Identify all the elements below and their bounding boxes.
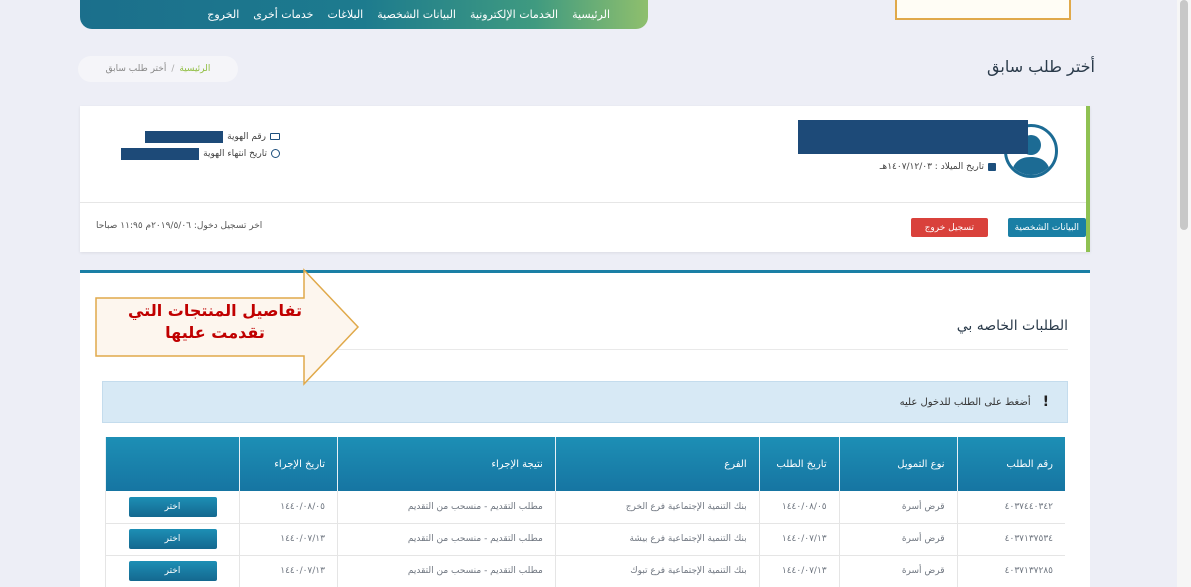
table-row[interactable]: ٤٠٣٧٤٤٠٣٤٢ قرض أسرة ١٤٤٠/٠٨/٠٥ بنك التنم… xyxy=(104,491,1065,524)
col-action xyxy=(104,437,240,491)
card-divider xyxy=(80,202,1086,203)
dob-text: تاريخ الميلاد : ١٤٠٧/١٢/٠٣هـ xyxy=(879,162,984,172)
id-info: رقم الهوية تاريخ انتهاء الهوية xyxy=(100,128,280,162)
nav-item-eservices[interactable]: الخدمات الإلكترونية xyxy=(470,8,558,21)
id-expiry-label: تاريخ انتهاء الهوية xyxy=(203,148,267,159)
cell-finance-type: قرض أسرة xyxy=(838,523,958,556)
id-card-icon xyxy=(270,133,280,140)
col-action-result: نتيجة الإجراء xyxy=(336,437,556,491)
exclamation-icon: ! xyxy=(1042,394,1049,410)
breadcrumb-home[interactable]: الرئيسية xyxy=(179,64,210,74)
cell-action-result: مطلب التقديم - منسحب من التقديم xyxy=(336,491,556,524)
annotation-text: تفاصيل المنتجات التي تقدمت عليها xyxy=(127,301,303,342)
cell-request-date: ١٤٤٠/٠٨/٠٥ xyxy=(758,491,840,524)
cell-request-number: ٤٠٣٧١٣٧٥٣٤ xyxy=(956,523,1065,556)
cell-branch: بنك التنمية الإجتماعية فرع الخرج xyxy=(554,491,760,524)
cell-request-date: ١٤٤٠/٠٧/١٣ xyxy=(758,523,840,556)
cell-branch: بنك التنمية الإجتماعية فرع تبوك xyxy=(554,555,760,587)
col-request-date: تاريخ الطلب xyxy=(758,437,840,491)
cell-action-date: ١٤٤٠/٠٧/١٣ xyxy=(239,555,338,587)
col-branch: الفرع xyxy=(554,437,760,491)
cell-action: اختر xyxy=(104,523,240,556)
nav-item-home[interactable]: الرئيسية xyxy=(572,8,610,21)
profile-card: تاريخ الميلاد : ١٤٠٧/١٢/٠٣هـ رقم الهوية … xyxy=(80,106,1090,252)
cell-request-number: ٤٠٣٧١٣٧٢٨٥ xyxy=(956,555,1065,587)
cell-action-result: مطلب التقديم - منسحب من التقديم xyxy=(336,523,556,556)
top-navigation: الرئيسية الخدمات الإلكترونية البيانات ال… xyxy=(80,0,648,29)
cell-action: اختر xyxy=(104,555,240,587)
breadcrumb: الرئيسية / أختر طلب سابق xyxy=(78,56,238,82)
info-alert: ! أضغط على الطلب للدخول عليه xyxy=(102,381,1068,423)
requests-table: رقم الطلب نوع التمويل تاريخ الطلب الفرع … xyxy=(104,437,1065,587)
id-label: رقم الهوية xyxy=(227,131,266,142)
redacted-id xyxy=(145,130,224,143)
page-title: أختر طلب سابق xyxy=(987,57,1095,76)
nav-item-reports[interactable]: البلاغات xyxy=(327,8,363,21)
cell-finance-type: قرض أسرة xyxy=(838,555,958,587)
requests-title: الطلبات الخاصه بي xyxy=(956,318,1068,334)
table-row[interactable]: ٤٠٣٧١٣٧٢٨٥ قرض أسرة ١٤٤٠/٠٧/١٣ بنك التنم… xyxy=(104,555,1065,587)
clock-icon xyxy=(271,149,280,158)
breadcrumb-current: أختر طلب سابق xyxy=(105,64,167,74)
cell-request-number: ٤٠٣٧٤٤٠٣٤٢ xyxy=(956,491,1065,524)
redacted-expiry xyxy=(121,147,200,160)
scrollbar-thumb[interactable] xyxy=(1180,0,1188,230)
nav-item-personal-data[interactable]: البيانات الشخصية xyxy=(377,8,456,21)
cell-action-date: ١٤٤٠/٠٧/١٣ xyxy=(239,523,338,556)
select-request-button[interactable]: اختر xyxy=(128,561,217,581)
col-request-number: رقم الطلب xyxy=(956,437,1065,491)
table-row[interactable]: ٤٠٣٧١٣٧٥٣٤ قرض أسرة ١٤٤٠/٠٧/١٣ بنك التنم… xyxy=(104,523,1065,556)
info-alert-text: أضغط على الطلب للدخول عليه xyxy=(899,396,1031,408)
cell-request-date: ١٤٤٠/٠٧/١٣ xyxy=(758,555,840,587)
select-request-button[interactable]: اختر xyxy=(128,496,217,517)
col-finance-type: نوع التمويل xyxy=(838,437,958,491)
personal-data-button[interactable]: البيانات الشخصية xyxy=(1007,218,1086,237)
col-action-date: تاريخ الإجراء xyxy=(239,437,338,491)
table-header-row: رقم الطلب نوع التمويل تاريخ الطلب الفرع … xyxy=(104,437,1065,491)
last-login: اخر تسجيل دخول: ٢٠١٩/٥/٠٦م ١١:٩٥ صباحا xyxy=(96,221,263,231)
cell-action-result: مطلب التقديم - منسحب من التقديم xyxy=(336,555,556,587)
cell-finance-type: قرض أسرة xyxy=(838,491,958,524)
annotation-box-top xyxy=(895,0,1071,20)
cell-action: اختر xyxy=(104,491,240,524)
calendar-icon xyxy=(988,163,996,171)
cell-action-date: ١٤٤٠/٠٨/٠٥ xyxy=(239,491,338,524)
breadcrumb-separator: / xyxy=(171,64,175,74)
select-request-button[interactable]: اختر xyxy=(128,529,217,549)
nav-item-other-services[interactable]: خدمات أخرى xyxy=(253,8,313,21)
date-of-birth: تاريخ الميلاد : ١٤٠٧/١٢/٠٣هـ xyxy=(880,162,996,172)
redacted-name xyxy=(798,120,1028,154)
cell-branch: بنك التنمية الإجتماعية فرع بيشة xyxy=(554,523,760,556)
nav-item-logout[interactable]: الخروج xyxy=(207,8,239,21)
logout-button[interactable]: تسجيل خروج xyxy=(910,218,988,237)
